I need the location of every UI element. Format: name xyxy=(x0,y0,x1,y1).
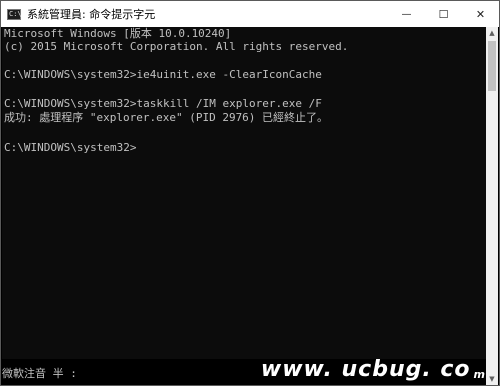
watermark-suffix: m xyxy=(473,368,485,381)
command-prompt-window: C:\ 系統管理員: 命令提示字元 — ☐ ✕ Microsoft Window… xyxy=(0,0,500,386)
window-controls: — ☐ ✕ xyxy=(388,1,499,27)
scroll-down-icon[interactable]: ▼ xyxy=(486,373,498,385)
title-bar[interactable]: C:\ 系統管理員: 命令提示字元 — ☐ ✕ xyxy=(1,1,499,27)
cmd-icon[interactable]: C:\ xyxy=(7,8,22,20)
maximize-icon: ☐ xyxy=(438,7,449,21)
close-button[interactable]: ✕ xyxy=(462,1,499,27)
console-output[interactable]: Microsoft Windows [版本 10.0.10240] (c) 20… xyxy=(2,27,487,359)
watermark-text: www. ucbug. co xyxy=(260,357,471,382)
scroll-thumb[interactable] xyxy=(488,41,496,91)
console-prompt: C:\WINDOWS\system32> xyxy=(4,141,137,154)
minimize-button[interactable]: — xyxy=(388,1,425,27)
console-line: Microsoft Windows [版本 10.0.10240] xyxy=(4,27,232,40)
close-icon: ✕ xyxy=(475,7,486,21)
scroll-up-icon[interactable]: ▲ xyxy=(486,27,498,39)
minimize-icon: — xyxy=(401,8,412,20)
vertical-scrollbar[interactable]: ▲ ▼ xyxy=(486,27,498,385)
maximize-button[interactable]: ☐ xyxy=(425,1,462,27)
console-line: 成功: 處理程序 "explorer.exe" (PID 2976) 已經終止了… xyxy=(4,111,329,124)
console-line: (c) 2015 Microsoft Corporation. All righ… xyxy=(4,40,349,53)
console-line: C:\WINDOWS\system32>taskkill /IM explore… xyxy=(4,97,322,110)
console-line: C:\WINDOWS\system32>ie4uinit.exe -ClearI… xyxy=(4,68,322,81)
watermark-logo: www. ucbug. co m xyxy=(261,357,485,383)
ime-status-text: 微軟注音 半 : xyxy=(2,367,77,380)
window-title: 系統管理員: 命令提示字元 xyxy=(27,8,156,21)
ime-status-bar: 微軟注音 半 : xyxy=(2,361,77,385)
